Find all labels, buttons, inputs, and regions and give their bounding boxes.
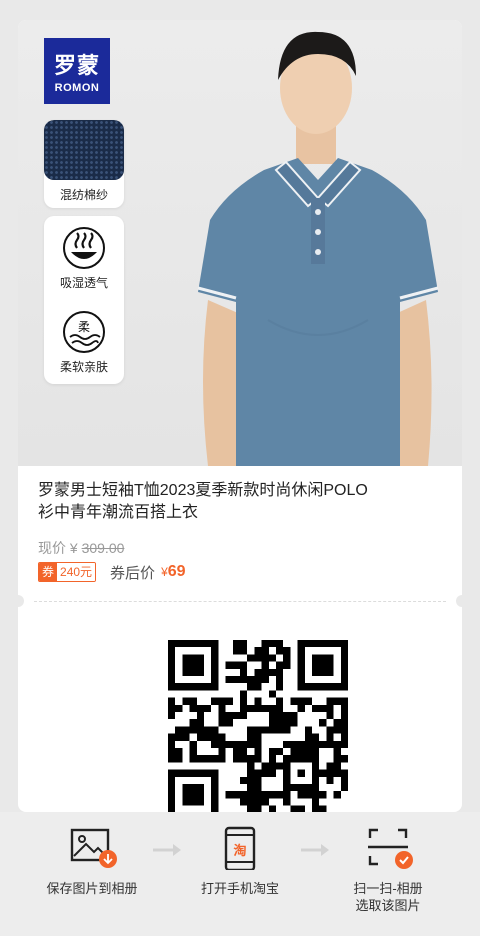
qr-code bbox=[168, 640, 348, 812]
action-bar: 保存图片到相册 淘 打开手机淘宝 扫一扫-相册 选取该图片 bbox=[0, 812, 480, 936]
model-image bbox=[197, 31, 439, 466]
scan-check-icon bbox=[368, 828, 413, 869]
save-image-icon bbox=[70, 828, 117, 868]
product-title: 罗蒙男士短袖T恤2023夏季新款时尚休闲POLO 衫中青年潮流百搭上衣 bbox=[38, 480, 448, 524]
original-price-label: 现价 bbox=[38, 540, 66, 556]
feature-fabric: 混纺棉纱 bbox=[44, 120, 124, 208]
scan-album-action[interactable]: 扫一扫-相册 选取该图片 bbox=[313, 826, 463, 914]
feature-soft: 柔 柔软亲肤 bbox=[44, 300, 124, 384]
breathable-icon bbox=[63, 227, 105, 269]
fabric-swatch bbox=[44, 120, 124, 180]
currency-symbol: ¥ bbox=[161, 565, 168, 579]
product-title-line2: 衫中青年潮流百搭上衣 bbox=[38, 504, 199, 521]
feature-label: 吸湿透气 bbox=[59, 276, 108, 290]
svg-text:柔: 柔 bbox=[78, 320, 90, 334]
ticket-notch-right bbox=[456, 595, 468, 607]
after-coupon-value: 69 bbox=[167, 563, 186, 580]
taobao-phone-icon: 淘 bbox=[224, 826, 256, 870]
coupon-row: 券 240元 券后价 ¥69 bbox=[38, 562, 186, 582]
divider bbox=[34, 601, 446, 602]
original-price: 现价 ¥ 309.00 bbox=[38, 538, 124, 558]
original-price-value: 309.00 bbox=[81, 540, 125, 556]
scan-album-label-line1: 扫一扫-相册 bbox=[353, 881, 423, 896]
svg-text:淘: 淘 bbox=[233, 843, 246, 859]
open-taobao-action[interactable]: 淘 打开手机淘宝 bbox=[165, 826, 315, 897]
feature-label: 柔软亲肤 bbox=[59, 360, 108, 374]
coupon-tag: 券 bbox=[39, 563, 58, 581]
logo-text-en: ROMON bbox=[54, 82, 100, 94]
scan-album-label-line2: 选取该图片 bbox=[355, 898, 421, 913]
save-image-action[interactable]: 保存图片到相册 bbox=[17, 826, 167, 897]
feature-label: 混纺棉纱 bbox=[59, 188, 108, 202]
product-photo: 罗蒙 ROMON 混纺棉纱 吸湿透气 柔 柔软亲肤 bbox=[18, 20, 462, 466]
open-taobao-label: 打开手机淘宝 bbox=[200, 881, 279, 896]
scan-album-label: 扫一扫-相册 选取该图片 bbox=[313, 880, 463, 914]
after-coupon-price: ¥69 bbox=[161, 563, 185, 581]
feature-panel: 吸湿透气 柔 柔软亲肤 bbox=[44, 216, 124, 384]
soft-icon: 柔 bbox=[63, 311, 105, 353]
brand-logo: 罗蒙 ROMON bbox=[44, 38, 110, 104]
currency-symbol: ¥ bbox=[69, 540, 78, 556]
coupon-amount: 240元 bbox=[57, 563, 96, 581]
coupon-badge: 券 240元 bbox=[38, 562, 97, 582]
product-title-line1: 罗蒙男士短袖T恤2023夏季新款时尚休闲POLO bbox=[38, 482, 368, 499]
after-coupon-label: 券后价 bbox=[110, 564, 156, 582]
logo-text-zh: 罗蒙 bbox=[53, 53, 100, 78]
ticket-notch-left bbox=[12, 595, 24, 607]
share-card: 罗蒙 ROMON 混纺棉纱 吸湿透气 柔 柔软亲肤 罗蒙男士短袖T恤2023夏季… bbox=[18, 20, 462, 812]
feature-breathable: 吸湿透气 bbox=[44, 216, 124, 300]
save-image-label: 保存图片到相册 bbox=[46, 881, 138, 896]
